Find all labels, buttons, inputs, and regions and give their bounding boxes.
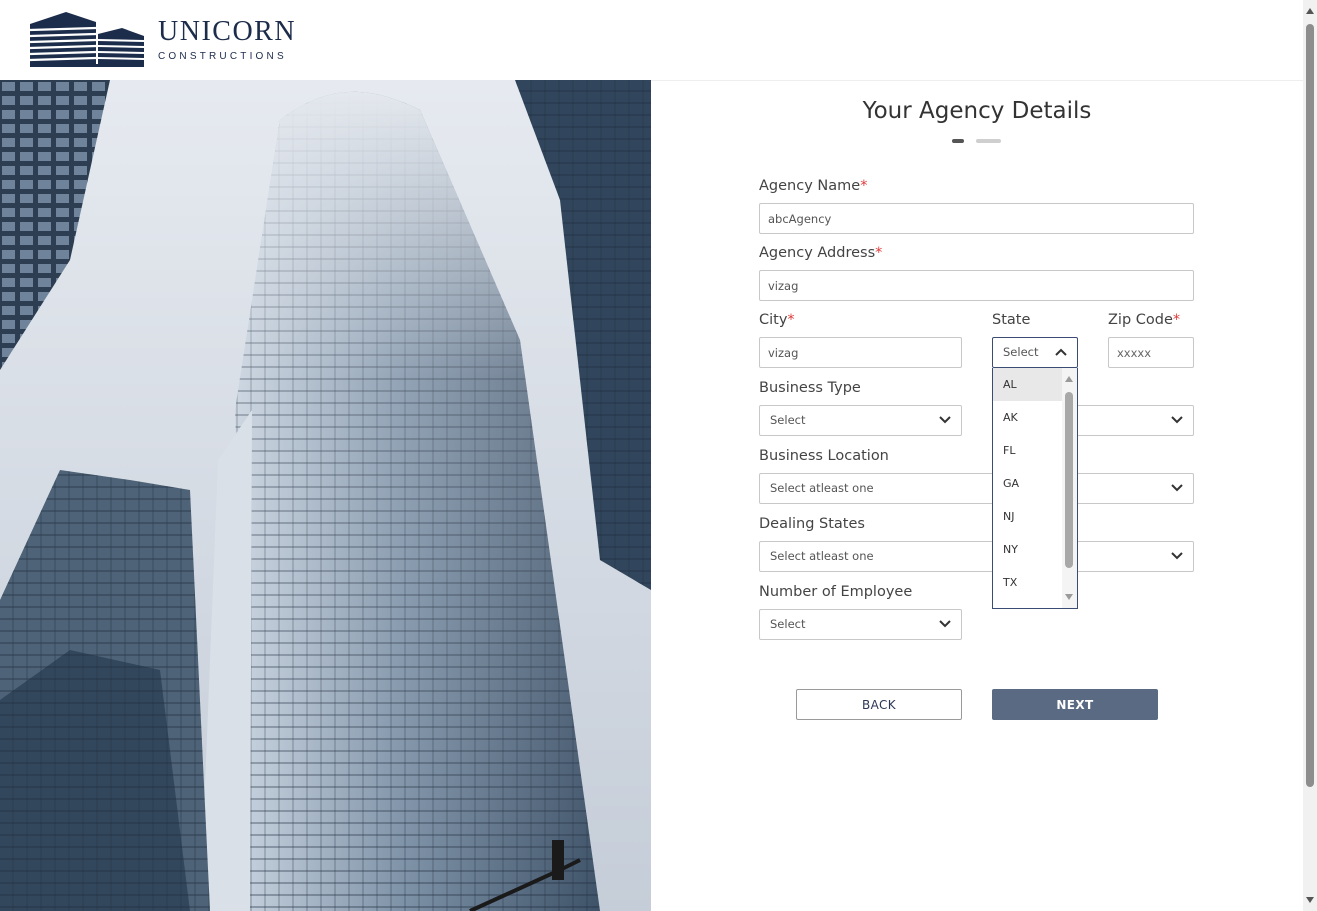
city-label: City* <box>759 312 795 328</box>
state-label: State <box>992 312 1031 328</box>
city-input[interactable] <box>759 337 962 368</box>
business-location-label: Business Location <box>759 448 889 464</box>
state-option-ny[interactable]: NY <box>993 533 1053 566</box>
agency-address-input[interactable] <box>759 270 1194 301</box>
chevron-down-icon <box>1171 416 1183 424</box>
required-mark: * <box>860 178 868 194</box>
required-mark: * <box>787 312 795 328</box>
state-option-al[interactable]: AL <box>993 368 1062 401</box>
business-type-label: Business Type <box>759 380 861 396</box>
scroll-down-arrow-icon[interactable] <box>1065 594 1073 600</box>
state-option-ga[interactable]: GA <box>993 467 1053 500</box>
required-mark: * <box>875 245 883 261</box>
brand-name: UNICORN <box>158 16 297 47</box>
number-of-employee-label: Number of Employee <box>759 584 913 600</box>
chevron-down-icon <box>939 620 951 628</box>
logo[interactable]: UNICORN CONSTRUCTIONS <box>30 12 296 68</box>
form-title: Your Agency Details <box>862 98 1092 124</box>
number-of-employee-select-value: Select <box>770 617 806 631</box>
state-dropdown-list[interactable]: AL AK FL GA NJ NY TX <box>992 368 1078 609</box>
agency-name-label-text: Agency Name <box>759 178 861 194</box>
skyscraper-illustration <box>0 80 651 911</box>
scroll-up-arrow-icon[interactable] <box>1065 376 1073 382</box>
dealing-states-select[interactable]: Select atleast one <box>759 541 1194 572</box>
chevron-down-icon <box>939 416 951 424</box>
agency-address-label-text: Agency Address <box>759 245 876 261</box>
business-type-select-value: Select <box>770 413 806 427</box>
state-option-tx[interactable]: TX <box>993 566 1053 599</box>
zip-code-input[interactable] <box>1108 337 1194 368</box>
scrollbar-thumb[interactable] <box>1306 24 1314 787</box>
business-type-select[interactable]: Select <box>759 405 962 436</box>
zip-code-label: Zip Code* <box>1108 312 1180 328</box>
page-scrollbar[interactable] <box>1303 0 1317 911</box>
business-location-select-value: Select atleast one <box>770 481 874 495</box>
state-select-value: Select <box>1003 345 1039 359</box>
dealing-states-label: Dealing States <box>759 516 865 532</box>
scrollbar-thumb[interactable] <box>1065 392 1073 568</box>
required-mark: * <box>1172 312 1181 328</box>
step-indicator <box>952 139 1001 143</box>
agency-name-input[interactable] <box>759 203 1194 234</box>
header: UNICORN CONSTRUCTIONS <box>0 0 1303 81</box>
chevron-down-icon <box>1171 484 1183 492</box>
state-option-ak[interactable]: AK <box>993 401 1053 434</box>
step-dot-inactive <box>976 139 1001 143</box>
state-option-nj[interactable]: NJ <box>993 500 1053 533</box>
agency-details-form: Your Agency Details Agency Name* Agency … <box>651 80 1303 911</box>
dealing-states-select-value: Select atleast one <box>770 549 874 563</box>
city-label-text: City <box>759 312 788 328</box>
step-dot-active <box>952 139 964 143</box>
scroll-down-arrow-icon[interactable] <box>1306 897 1314 903</box>
number-of-employee-select[interactable]: Select <box>759 609 962 640</box>
agency-name-label: Agency Name* <box>759 178 867 194</box>
zip-code-label-text: Zip Code <box>1108 312 1173 328</box>
scroll-up-arrow-icon[interactable] <box>1306 8 1314 14</box>
business-location-select[interactable]: Select atleast one <box>759 473 1194 504</box>
building-logo-icon <box>30 12 145 67</box>
back-button[interactable]: BACK <box>796 689 962 720</box>
state-select[interactable]: Select <box>992 337 1078 368</box>
hero-image <box>0 80 651 911</box>
brand-subtitle: CONSTRUCTIONS <box>158 51 287 62</box>
dropdown-scrollbar[interactable] <box>1062 368 1077 608</box>
chevron-down-icon <box>1171 552 1183 560</box>
next-button[interactable]: NEXT <box>992 689 1158 720</box>
state-option-fl[interactable]: FL <box>993 434 1053 467</box>
chevron-up-icon <box>1055 348 1067 356</box>
agency-address-label: Agency Address* <box>759 245 882 261</box>
